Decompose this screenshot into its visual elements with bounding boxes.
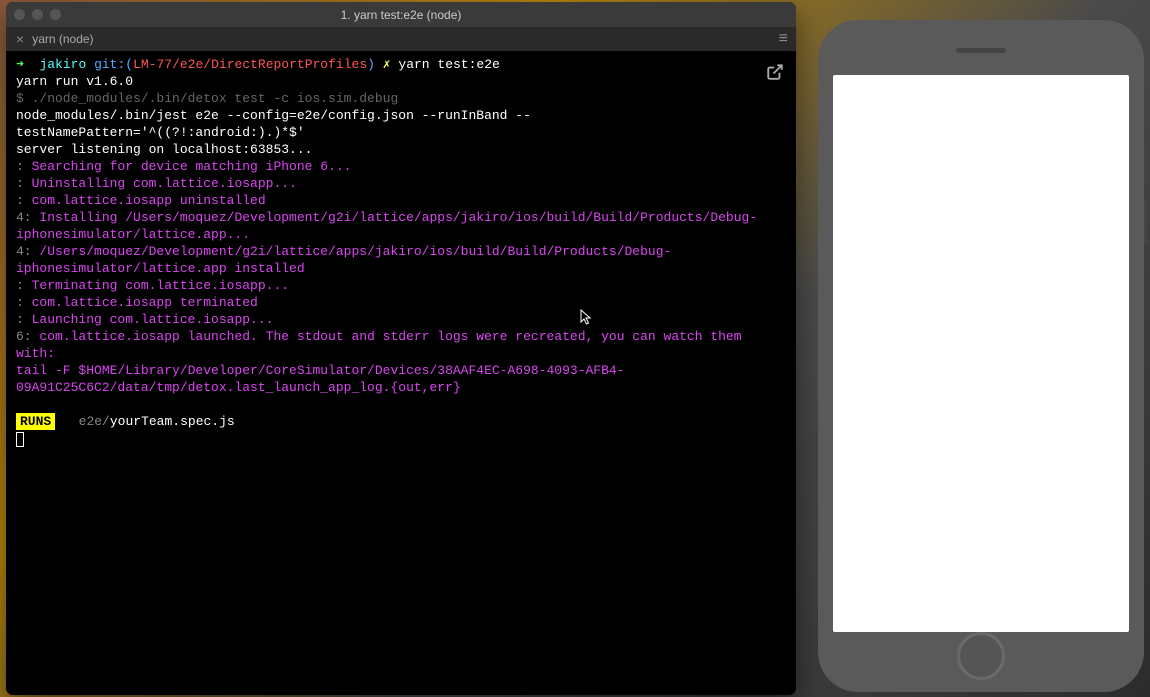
server-line: server listening on localhost:63853... [16, 141, 786, 158]
maximize-button[interactable] [50, 9, 61, 20]
hamburger-icon[interactable]: ≡ [778, 30, 788, 48]
external-link-icon[interactable] [766, 63, 784, 86]
log-line-8: 6: com.lattice.iosapp launched. The stdo… [16, 328, 786, 362]
tab-bar: × yarn (node) ≡ [6, 27, 796, 51]
git-label: git:( [94, 56, 133, 73]
simulator-home-button[interactable] [957, 632, 1005, 680]
runs-path: e2e/ [79, 414, 110, 429]
log-line-3: 4: Installing /Users/moquez/Development/… [16, 209, 786, 243]
title-bar: 1. yarn test:e2e (node) [6, 2, 796, 27]
command-text: yarn test:e2e [398, 56, 499, 73]
log-line-7: : Launching com.lattice.iosapp... [16, 311, 786, 328]
close-icon[interactable]: × [16, 31, 24, 47]
jest-cmd-line: node_modules/.bin/jest e2e --config=e2e/… [16, 107, 786, 141]
git-branch: LM-77/e2e/DirectReportProfiles [133, 56, 367, 73]
prompt-line: ➜ jakiro git:( LM-77/e2e/DirectReportPro… [16, 56, 786, 73]
simulator-side-button-1[interactable] [1144, 140, 1147, 185]
log-line-4: 4: /Users/moquez/Development/g2i/lattice… [16, 243, 786, 277]
terminal-output[interactable]: ➜ jakiro git:( LM-77/e2e/DirectReportPro… [6, 51, 796, 695]
detox-cmd-line: $ ./node_modules/.bin/detox test -c ios.… [16, 90, 786, 107]
git-dirty: ✗ [383, 56, 391, 73]
log-line-5: : Terminating com.lattice.iosapp... [16, 277, 786, 294]
runs-file: yourTeam.spec.js [110, 414, 235, 429]
tail-cmd-line: tail -F $HOME/Library/Developer/CoreSimu… [16, 362, 786, 396]
yarn-run-line: yarn run v1.6.0 [16, 73, 786, 90]
runs-line: RUNS e2e/yourTeam.spec.js [16, 413, 786, 430]
cursor-block [16, 432, 24, 447]
simulator-speaker [956, 48, 1006, 53]
prompt-dir: jakiro [39, 56, 86, 73]
tab-yarn[interactable]: × yarn (node) [6, 27, 104, 51]
log-line-6: : com.lattice.iosapp terminated [16, 294, 786, 311]
git-close: ) [367, 56, 375, 73]
simulator-screen[interactable] [833, 75, 1129, 632]
traffic-lights [14, 9, 61, 20]
log-line-0: : Searching for device matching iPhone 6… [16, 158, 786, 175]
tab-label: yarn (node) [32, 32, 93, 46]
simulator-side-button-2[interactable] [1144, 200, 1147, 245]
window-title: 1. yarn test:e2e (node) [341, 8, 462, 22]
runs-badge: RUNS [16, 413, 55, 430]
prompt-arrow: ➜ [16, 56, 24, 73]
minimize-button[interactable] [32, 9, 43, 20]
log-line-2: : com.lattice.iosapp uninstalled [16, 192, 786, 209]
log-line-1: : Uninstalling com.lattice.iosapp... [16, 175, 786, 192]
ios-simulator[interactable] [818, 20, 1144, 692]
close-button[interactable] [14, 9, 25, 20]
terminal-window: 1. yarn test:e2e (node) × yarn (node) ≡ … [6, 2, 796, 695]
